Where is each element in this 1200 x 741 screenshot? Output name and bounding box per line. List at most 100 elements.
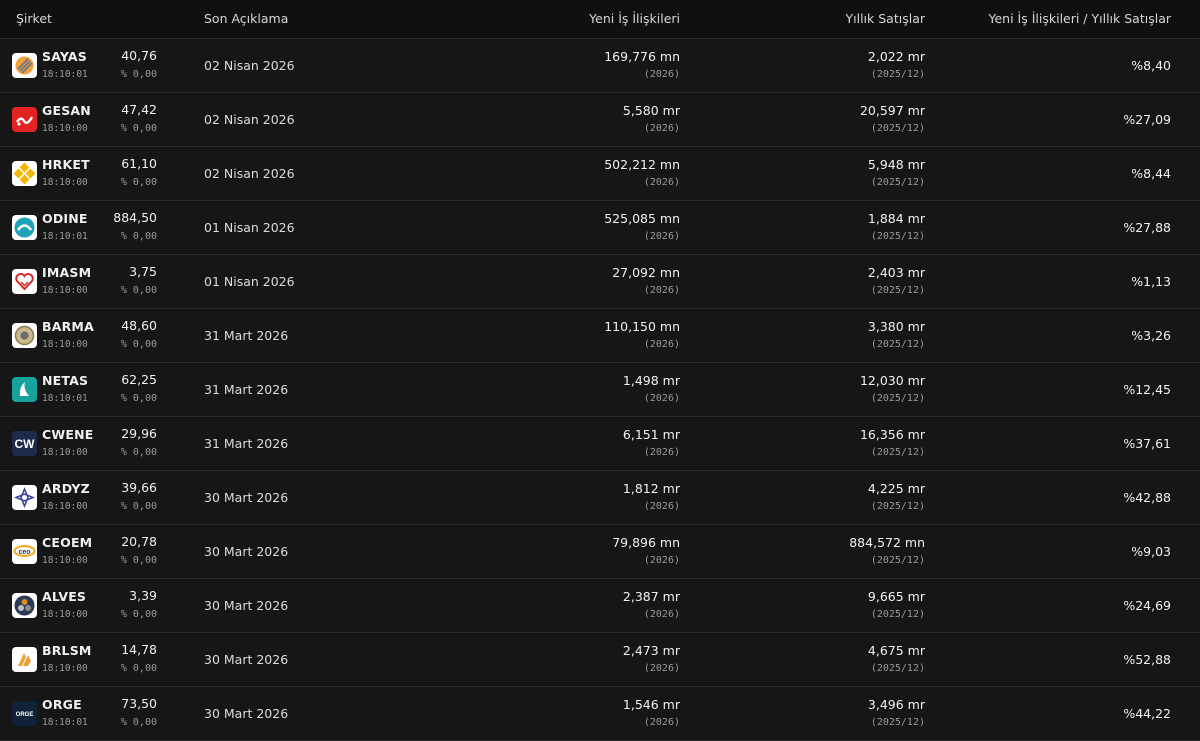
ratio-value: %9,03 (1131, 544, 1171, 559)
new-business-value: 502,212 mn (604, 157, 680, 172)
annual-sales-value: 5,948 mr (867, 157, 925, 172)
stock-price: 61,10 (121, 156, 157, 171)
disclosure-date: 30 Mart 2026 (204, 598, 289, 613)
stock-price: 40,76 (121, 48, 157, 63)
new-business-period: (2026) (643, 177, 680, 188)
annual-sales-value: 4,675 mr (867, 643, 925, 658)
ticker-symbol[interactable]: ALVES (42, 589, 86, 604)
price-change: % 0,00 (120, 717, 157, 728)
svg-text:ORGE: ORGE (16, 712, 34, 718)
update-time: 18:10:01 (42, 69, 88, 80)
ticker-symbol[interactable]: NETAS (42, 373, 88, 388)
new-business-value: 6,151 mr (622, 427, 680, 442)
ardyz-logo-icon (12, 485, 37, 510)
ticker-symbol[interactable]: CWENE (42, 427, 94, 442)
disclosure-table: Şirket Son Açıklama Yeni İş İlişkileri Y… (0, 0, 1200, 741)
stock-price: 62,25 (121, 372, 157, 387)
column-header-new-business[interactable]: Yeni İş İlişkileri (589, 11, 680, 26)
stock-price: 3,75 (129, 264, 157, 279)
svg-text:ceo: ceo (18, 549, 30, 556)
update-time: 18:10:00 (42, 501, 88, 512)
price-change: % 0,00 (120, 231, 157, 242)
imasm-logo-icon (12, 269, 37, 294)
stock-price: 14,78 (121, 642, 157, 657)
price-change: % 0,00 (120, 663, 157, 674)
table-row[interactable]: ODINE 18:10:01 884,50 % 0,00 01 Nisan 20… (0, 201, 1200, 255)
price-change: % 0,00 (120, 123, 157, 134)
disclosure-date: 30 Mart 2026 (204, 706, 289, 721)
price-change: % 0,00 (120, 555, 157, 566)
ticker-symbol[interactable]: ARDYZ (42, 481, 90, 496)
ratio-value: %52,88 (1123, 652, 1171, 667)
ticker-symbol[interactable]: CEOEM (42, 535, 92, 550)
new-business-value: 169,776 mn (604, 49, 680, 64)
new-business-period: (2026) (643, 123, 680, 134)
disclosure-date: 31 Mart 2026 (204, 436, 289, 451)
stock-price: 3,39 (129, 588, 157, 603)
annual-sales-period: (2025/12) (870, 663, 925, 674)
ticker-symbol[interactable]: ORGE (42, 697, 82, 712)
table-row[interactable]: ORGE ORGE 18:10:01 73,50 % 0,00 30 Mart … (0, 687, 1200, 741)
new-business-value: 5,580 mr (622, 103, 680, 118)
table-row[interactable]: GESAN 18:10:00 47,42 % 0,00 02 Nisan 202… (0, 93, 1200, 147)
new-business-period: (2026) (643, 555, 680, 566)
ticker-symbol[interactable]: BARMA (42, 319, 94, 334)
annual-sales-value: 2,022 mr (867, 49, 925, 64)
column-header-last-disclosure[interactable]: Son Açıklama (204, 11, 288, 26)
new-business-period: (2026) (643, 339, 680, 350)
ticker-symbol[interactable]: HRKET (42, 157, 90, 172)
table-row[interactable]: ALVES 18:10:00 3,39 % 0,00 30 Mart 2026 … (0, 579, 1200, 633)
update-time: 18:10:00 (42, 285, 88, 296)
annual-sales-value: 9,665 mr (867, 589, 925, 604)
annual-sales-period: (2025/12) (870, 177, 925, 188)
stock-price: 48,60 (121, 318, 157, 333)
annual-sales-value: 12,030 mr (859, 373, 925, 388)
table-row[interactable]: BRLSM 18:10:00 14,78 % 0,00 30 Mart 2026… (0, 633, 1200, 687)
disclosure-date: 02 Nisan 2026 (204, 166, 295, 181)
disclosure-date: 02 Nisan 2026 (204, 112, 295, 127)
price-change: % 0,00 (120, 177, 157, 188)
new-business-period: (2026) (643, 717, 680, 728)
new-business-period: (2026) (643, 663, 680, 674)
new-business-value: 79,896 mn (612, 535, 680, 550)
odine-logo-icon (12, 215, 37, 240)
table-row[interactable]: CW CWENE 18:10:00 29,96 % 0,00 31 Mart 2… (0, 417, 1200, 471)
table-row[interactable]: BARMA 18:10:00 48,60 % 0,00 31 Mart 2026… (0, 309, 1200, 363)
column-header-ratio[interactable]: Yeni İş İlişkileri / Yıllık Satışlar (989, 11, 1172, 26)
price-change: % 0,00 (120, 501, 157, 512)
stock-price: 73,50 (121, 696, 157, 711)
disclosure-date: 01 Nisan 2026 (204, 220, 295, 235)
ticker-symbol[interactable]: SAYAS (42, 49, 87, 64)
barma-logo-icon (12, 323, 37, 348)
new-business-value: 1,498 mr (622, 373, 680, 388)
table-header: Şirket Son Açıklama Yeni İş İlişkileri Y… (0, 0, 1200, 39)
ticker-symbol[interactable]: GESAN (42, 103, 91, 118)
annual-sales-period: (2025/12) (870, 447, 925, 458)
ticker-symbol[interactable]: ODINE (42, 211, 88, 226)
update-time: 18:10:00 (42, 339, 88, 350)
annual-sales-value: 3,496 mr (867, 697, 925, 712)
disclosure-date: 30 Mart 2026 (204, 490, 289, 505)
disclosure-date: 31 Mart 2026 (204, 382, 289, 397)
price-change: % 0,00 (120, 447, 157, 458)
annual-sales-period: (2025/12) (870, 231, 925, 242)
ratio-value: %27,09 (1123, 112, 1171, 127)
new-business-period: (2026) (643, 393, 680, 404)
table-row[interactable]: ceo CEOEM 18:10:00 20,78 % 0,00 30 Mart … (0, 525, 1200, 579)
price-change: % 0,00 (120, 339, 157, 350)
stock-price: 39,66 (121, 480, 157, 495)
disclosure-date: 30 Mart 2026 (204, 652, 289, 667)
table-row[interactable]: HRKET 18:10:00 61,10 % 0,00 02 Nisan 202… (0, 147, 1200, 201)
column-header-company[interactable]: Şirket (16, 11, 52, 26)
table-row[interactable]: IMASM 18:10:00 3,75 % 0,00 01 Nisan 2026… (0, 255, 1200, 309)
update-time: 18:10:00 (42, 123, 88, 134)
ticker-symbol[interactable]: BRLSM (42, 643, 92, 658)
table-row[interactable]: ARDYZ 18:10:00 39,66 % 0,00 30 Mart 2026… (0, 471, 1200, 525)
table-row[interactable]: SAYAS 18:10:01 40,76 % 0,00 02 Nisan 202… (0, 39, 1200, 93)
ticker-symbol[interactable]: IMASM (42, 265, 91, 280)
disclosure-date: 02 Nisan 2026 (204, 58, 295, 73)
column-header-annual-sales[interactable]: Yıllık Satışlar (846, 11, 926, 26)
ratio-value: %27,88 (1123, 220, 1171, 235)
ratio-value: %8,44 (1131, 166, 1171, 181)
table-row[interactable]: NETAS 18:10:01 62,25 % 0,00 31 Mart 2026… (0, 363, 1200, 417)
